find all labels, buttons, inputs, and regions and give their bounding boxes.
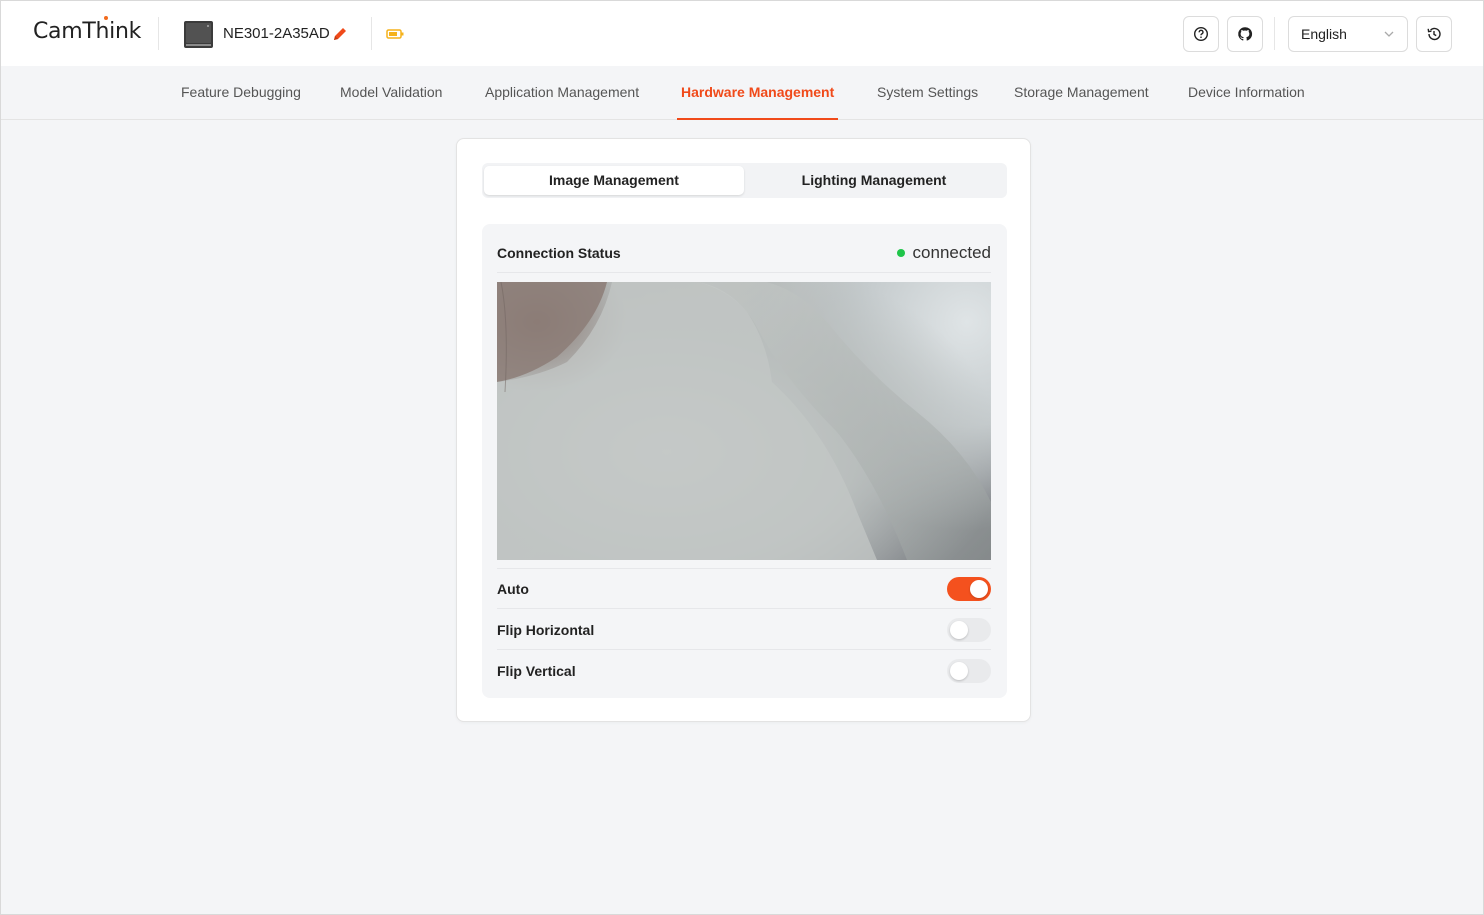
language-select[interactable]: English (1288, 16, 1408, 52)
question-circle-icon (1193, 26, 1209, 42)
connection-status-label: Connection Status (497, 245, 621, 261)
main-nav: Feature Debugging Model Validation Appli… (1, 66, 1483, 120)
tab-device-information[interactable]: Device Information (1188, 66, 1305, 120)
chevron-down-icon (1384, 31, 1394, 37)
flip-vertical-toggle[interactable] (947, 659, 991, 683)
github-icon (1238, 27, 1253, 41)
flip-vertical-label: Flip Vertical (497, 663, 576, 679)
history-button[interactable] (1416, 16, 1452, 52)
camera-device-icon (184, 21, 213, 48)
tab-feature-debugging[interactable]: Feature Debugging (181, 66, 301, 120)
tab-system-settings[interactable]: System Settings (877, 66, 978, 120)
battery-icon (386, 29, 404, 39)
history-clock-icon (1427, 27, 1441, 41)
divider (497, 568, 991, 569)
image-settings-panel: Connection Status connected Auto Flip Ho… (482, 224, 1007, 698)
divider (497, 608, 991, 609)
app-window: CamThink NE301-2A35AD English Feature De… (0, 0, 1484, 915)
toggle-knob (950, 621, 968, 639)
flip-horizontal-toggle[interactable] (947, 618, 991, 642)
camera-preview-image (497, 282, 991, 560)
github-button[interactable] (1227, 16, 1263, 52)
header-divider-3 (1274, 17, 1275, 50)
edit-pencil-icon[interactable] (332, 26, 348, 42)
flip-horizontal-label: Flip Horizontal (497, 622, 595, 638)
segment-image-management[interactable]: Image Management (484, 166, 744, 195)
device-name: NE301-2A35AD (223, 25, 330, 42)
segment-lighting-management[interactable]: Lighting Management (744, 166, 1004, 195)
auto-toggle[interactable] (947, 577, 991, 601)
connection-status: connected (896, 243, 991, 263)
preview-scene (497, 282, 991, 560)
header-divider (158, 17, 159, 50)
toggle-knob (970, 580, 988, 598)
toggle-knob (950, 662, 968, 680)
tab-storage-management[interactable]: Storage Management (1014, 66, 1149, 120)
camthink-logo[interactable]: CamThink (33, 16, 142, 44)
status-dot-icon (896, 249, 905, 257)
tab-model-validation[interactable]: Model Validation (340, 66, 442, 120)
tab-hardware-management[interactable]: Hardware Management (676, 66, 839, 120)
top-header: CamThink NE301-2A35AD English (1, 1, 1483, 66)
logo-accent-dot (104, 16, 108, 20)
auto-label: Auto (497, 581, 529, 597)
hardware-card: Image Management Lighting Management Con… (456, 138, 1031, 722)
header-divider-2 (371, 17, 372, 50)
divider (497, 272, 991, 273)
connection-status-value: connected (912, 243, 991, 262)
management-segmented-control: Image Management Lighting Management (482, 163, 1007, 198)
tab-application-management[interactable]: Application Management (485, 66, 639, 120)
logo-text: CamThink (33, 19, 142, 44)
divider (497, 649, 991, 650)
help-button[interactable] (1183, 16, 1219, 52)
language-value: English (1301, 26, 1347, 42)
